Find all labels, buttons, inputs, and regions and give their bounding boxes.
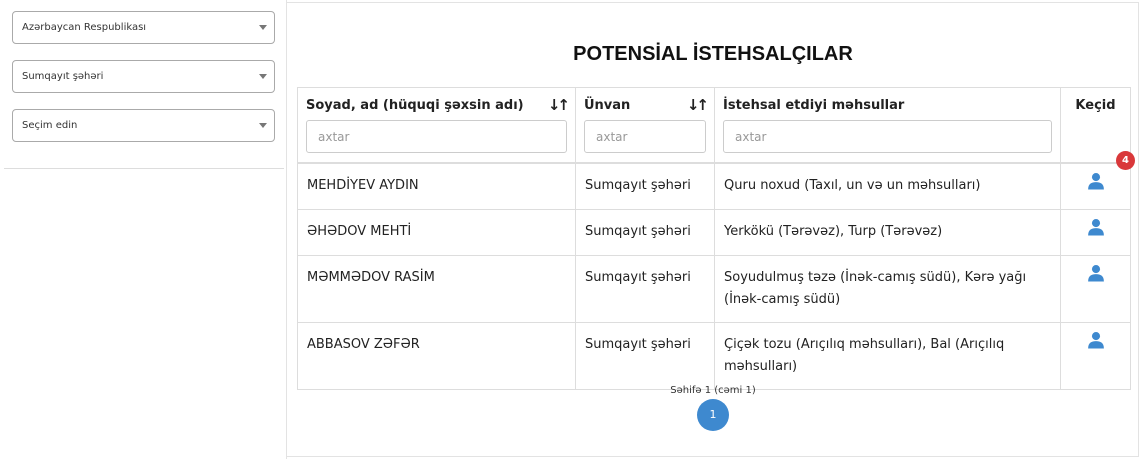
link-cell bbox=[1060, 254, 1131, 323]
column-link-label: Keçid bbox=[1075, 98, 1116, 113]
sort-icon[interactable]: ↓↑ bbox=[548, 96, 570, 114]
chevron-down-icon bbox=[259, 25, 267, 30]
column-name-label: Soyad, ad (hüquqi şəxsin adı) bbox=[306, 98, 524, 113]
chevron-down-icon bbox=[259, 74, 267, 79]
district-select-value: Seçim edin bbox=[22, 120, 78, 131]
producer-products: Yerkökü (Tərəvəz), Turp (Tərəvəz) bbox=[714, 208, 1061, 256]
page-1-button[interactable]: 1 bbox=[697, 399, 729, 431]
table-row: MEHDİYEV AYDIN Sumqayıt şəhəri Quru noxu… bbox=[297, 162, 1131, 210]
link-cell bbox=[1060, 162, 1131, 210]
table-row: ABBASOV ZƏFƏR Sumqayıt şəhəri Çiçək tozu… bbox=[297, 321, 1131, 390]
filter-sidebar: Azərbaycan Respublikası Sumqayıt şəhəri … bbox=[0, 0, 287, 459]
producer-name: MEHDİYEV AYDIN bbox=[297, 162, 576, 210]
products-search-input[interactable] bbox=[723, 120, 1052, 153]
page-title: POTENSİAL İSTEHSALÇILAR bbox=[573, 43, 853, 65]
user-profile-icon[interactable] bbox=[1087, 331, 1105, 349]
city-select[interactable]: Sumqayıt şəhəri bbox=[12, 60, 275, 93]
sidebar-divider bbox=[4, 168, 284, 169]
country-select-value: Azərbaycan Respublikası bbox=[22, 22, 147, 33]
producer-address: Sumqayıt şəhəri bbox=[575, 162, 715, 210]
user-profile-icon[interactable] bbox=[1087, 172, 1105, 190]
producer-products: Çiçək tozu (Arıçılıq məhsulları), Bal (A… bbox=[714, 321, 1061, 390]
producer-name: MƏMMƏDOV RASİM bbox=[297, 254, 576, 323]
district-select[interactable]: Seçim edin bbox=[12, 109, 275, 142]
chevron-down-icon bbox=[259, 123, 267, 128]
producer-products: Quru noxud (Taxıl, un və un məhsulları) bbox=[714, 162, 1061, 210]
table-row: MƏMMƏDOV RASİM Sumqayıt şəhəri Soyudulmu… bbox=[297, 254, 1131, 323]
name-search-input[interactable] bbox=[306, 120, 567, 153]
link-cell bbox=[1060, 321, 1131, 390]
address-search-input[interactable] bbox=[584, 120, 706, 153]
user-profile-icon[interactable] bbox=[1087, 264, 1105, 282]
country-select[interactable]: Azərbaycan Respublikası bbox=[12, 11, 275, 44]
producer-products: Soyudulmuş təzə (İnək-camış südü), Kərə … bbox=[714, 254, 1061, 323]
main-panel: POTENSİAL İSTEHSALÇILAR Soyad, ad (hüquq… bbox=[287, 2, 1139, 457]
producer-address: Sumqayıt şəhəri bbox=[575, 321, 715, 390]
table-row: ƏHƏDOV MEHTİ Sumqayıt şəhəri Yerkökü (Tə… bbox=[297, 208, 1131, 256]
producers-table: Soyad, ad (hüquqi şəxsin adı) ↓↑ Ünvan ↓… bbox=[297, 87, 1131, 390]
table-header-row: Soyad, ad (hüquqi şəxsin adı) ↓↑ Ünvan ↓… bbox=[297, 87, 1131, 164]
column-header-products: İstehsal etdiyi məhsullar bbox=[714, 87, 1061, 164]
column-header-name: Soyad, ad (hüquqi şəxsin adı) ↓↑ bbox=[297, 87, 576, 164]
pagination-info: Səhifə 1 (cəmi 1) bbox=[670, 385, 756, 396]
producer-name: ABBASOV ZƏFƏR bbox=[297, 321, 576, 390]
notification-badge: 4 bbox=[1116, 151, 1135, 170]
producer-address: Sumqayıt şəhəri bbox=[575, 254, 715, 323]
sort-icon[interactable]: ↓↑ bbox=[687, 96, 709, 114]
link-cell bbox=[1060, 208, 1131, 256]
city-select-value: Sumqayıt şəhəri bbox=[22, 71, 104, 82]
column-products-label: İstehsal etdiyi məhsullar bbox=[723, 98, 905, 113]
user-profile-icon[interactable] bbox=[1087, 218, 1105, 236]
producer-name: ƏHƏDOV MEHTİ bbox=[297, 208, 576, 256]
producer-address: Sumqayıt şəhəri bbox=[575, 208, 715, 256]
column-header-address: Ünvan ↓↑ bbox=[575, 87, 715, 164]
